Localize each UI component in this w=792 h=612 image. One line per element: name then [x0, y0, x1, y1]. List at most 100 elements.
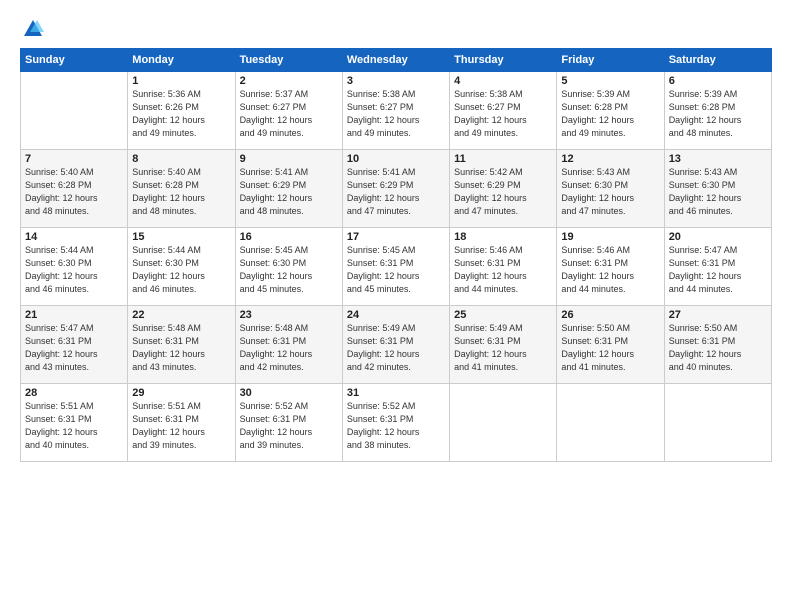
- day-info: Sunrise: 5:52 AM Sunset: 6:31 PM Dayligh…: [347, 400, 445, 452]
- day-number: 12: [561, 153, 659, 165]
- column-header-monday: Monday: [128, 49, 235, 72]
- day-info: Sunrise: 5:37 AM Sunset: 6:27 PM Dayligh…: [240, 88, 338, 140]
- day-number: 29: [132, 387, 230, 399]
- day-info: Sunrise: 5:47 AM Sunset: 6:31 PM Dayligh…: [669, 244, 767, 296]
- day-number: 6: [669, 75, 767, 87]
- day-info: Sunrise: 5:44 AM Sunset: 6:30 PM Dayligh…: [132, 244, 230, 296]
- calendar-cell: 3Sunrise: 5:38 AM Sunset: 6:27 PM Daylig…: [342, 72, 449, 150]
- day-info: Sunrise: 5:49 AM Sunset: 6:31 PM Dayligh…: [347, 322, 445, 374]
- calendar-week-5: 28Sunrise: 5:51 AM Sunset: 6:31 PM Dayli…: [21, 384, 772, 462]
- day-info: Sunrise: 5:43 AM Sunset: 6:30 PM Dayligh…: [561, 166, 659, 218]
- calendar-cell: 15Sunrise: 5:44 AM Sunset: 6:30 PM Dayli…: [128, 228, 235, 306]
- day-number: 9: [240, 153, 338, 165]
- day-number: 7: [25, 153, 123, 165]
- calendar-cell: [557, 384, 664, 462]
- day-number: 26: [561, 309, 659, 321]
- day-info: Sunrise: 5:39 AM Sunset: 6:28 PM Dayligh…: [669, 88, 767, 140]
- day-info: Sunrise: 5:48 AM Sunset: 6:31 PM Dayligh…: [240, 322, 338, 374]
- day-number: 24: [347, 309, 445, 321]
- calendar-cell: 12Sunrise: 5:43 AM Sunset: 6:30 PM Dayli…: [557, 150, 664, 228]
- day-number: 16: [240, 231, 338, 243]
- calendar-cell: [664, 384, 771, 462]
- header: [20, 18, 772, 40]
- calendar-cell: 21Sunrise: 5:47 AM Sunset: 6:31 PM Dayli…: [21, 306, 128, 384]
- day-number: 15: [132, 231, 230, 243]
- day-number: 1: [132, 75, 230, 87]
- calendar-cell: 17Sunrise: 5:45 AM Sunset: 6:31 PM Dayli…: [342, 228, 449, 306]
- day-info: Sunrise: 5:38 AM Sunset: 6:27 PM Dayligh…: [454, 88, 552, 140]
- day-number: 22: [132, 309, 230, 321]
- logo: [20, 18, 44, 40]
- day-number: 31: [347, 387, 445, 399]
- column-header-thursday: Thursday: [450, 49, 557, 72]
- calendar-cell: 14Sunrise: 5:44 AM Sunset: 6:30 PM Dayli…: [21, 228, 128, 306]
- calendar-cell: 26Sunrise: 5:50 AM Sunset: 6:31 PM Dayli…: [557, 306, 664, 384]
- calendar-cell: 28Sunrise: 5:51 AM Sunset: 6:31 PM Dayli…: [21, 384, 128, 462]
- day-number: 14: [25, 231, 123, 243]
- column-header-friday: Friday: [557, 49, 664, 72]
- calendar-week-3: 14Sunrise: 5:44 AM Sunset: 6:30 PM Dayli…: [21, 228, 772, 306]
- column-header-sunday: Sunday: [21, 49, 128, 72]
- day-number: 5: [561, 75, 659, 87]
- day-number: 13: [669, 153, 767, 165]
- calendar-cell: [21, 72, 128, 150]
- day-number: 27: [669, 309, 767, 321]
- day-info: Sunrise: 5:40 AM Sunset: 6:28 PM Dayligh…: [132, 166, 230, 218]
- day-number: 17: [347, 231, 445, 243]
- calendar-week-1: 1Sunrise: 5:36 AM Sunset: 6:26 PM Daylig…: [21, 72, 772, 150]
- day-number: 11: [454, 153, 552, 165]
- day-info: Sunrise: 5:45 AM Sunset: 6:31 PM Dayligh…: [347, 244, 445, 296]
- day-info: Sunrise: 5:48 AM Sunset: 6:31 PM Dayligh…: [132, 322, 230, 374]
- calendar-header-row: SundayMondayTuesdayWednesdayThursdayFrid…: [21, 49, 772, 72]
- day-number: 21: [25, 309, 123, 321]
- day-number: 8: [132, 153, 230, 165]
- calendar-cell: 8Sunrise: 5:40 AM Sunset: 6:28 PM Daylig…: [128, 150, 235, 228]
- day-number: 2: [240, 75, 338, 87]
- day-number: 19: [561, 231, 659, 243]
- day-info: Sunrise: 5:36 AM Sunset: 6:26 PM Dayligh…: [132, 88, 230, 140]
- calendar-cell: 27Sunrise: 5:50 AM Sunset: 6:31 PM Dayli…: [664, 306, 771, 384]
- day-info: Sunrise: 5:49 AM Sunset: 6:31 PM Dayligh…: [454, 322, 552, 374]
- day-info: Sunrise: 5:42 AM Sunset: 6:29 PM Dayligh…: [454, 166, 552, 218]
- day-number: 28: [25, 387, 123, 399]
- calendar-week-2: 7Sunrise: 5:40 AM Sunset: 6:28 PM Daylig…: [21, 150, 772, 228]
- day-info: Sunrise: 5:40 AM Sunset: 6:28 PM Dayligh…: [25, 166, 123, 218]
- day-number: 10: [347, 153, 445, 165]
- calendar-week-4: 21Sunrise: 5:47 AM Sunset: 6:31 PM Dayli…: [21, 306, 772, 384]
- column-header-tuesday: Tuesday: [235, 49, 342, 72]
- calendar-cell: 16Sunrise: 5:45 AM Sunset: 6:30 PM Dayli…: [235, 228, 342, 306]
- calendar-cell: 2Sunrise: 5:37 AM Sunset: 6:27 PM Daylig…: [235, 72, 342, 150]
- day-number: 3: [347, 75, 445, 87]
- day-info: Sunrise: 5:52 AM Sunset: 6:31 PM Dayligh…: [240, 400, 338, 452]
- calendar-cell: 5Sunrise: 5:39 AM Sunset: 6:28 PM Daylig…: [557, 72, 664, 150]
- day-info: Sunrise: 5:45 AM Sunset: 6:30 PM Dayligh…: [240, 244, 338, 296]
- column-header-saturday: Saturday: [664, 49, 771, 72]
- day-info: Sunrise: 5:44 AM Sunset: 6:30 PM Dayligh…: [25, 244, 123, 296]
- column-header-wednesday: Wednesday: [342, 49, 449, 72]
- calendar-cell: 22Sunrise: 5:48 AM Sunset: 6:31 PM Dayli…: [128, 306, 235, 384]
- day-info: Sunrise: 5:38 AM Sunset: 6:27 PM Dayligh…: [347, 88, 445, 140]
- calendar-cell: 30Sunrise: 5:52 AM Sunset: 6:31 PM Dayli…: [235, 384, 342, 462]
- calendar-cell: 19Sunrise: 5:46 AM Sunset: 6:31 PM Dayli…: [557, 228, 664, 306]
- page: SundayMondayTuesdayWednesdayThursdayFrid…: [0, 0, 792, 612]
- calendar-cell: 4Sunrise: 5:38 AM Sunset: 6:27 PM Daylig…: [450, 72, 557, 150]
- day-number: 4: [454, 75, 552, 87]
- day-info: Sunrise: 5:50 AM Sunset: 6:31 PM Dayligh…: [669, 322, 767, 374]
- calendar-cell: 13Sunrise: 5:43 AM Sunset: 6:30 PM Dayli…: [664, 150, 771, 228]
- calendar-cell: 11Sunrise: 5:42 AM Sunset: 6:29 PM Dayli…: [450, 150, 557, 228]
- day-number: 30: [240, 387, 338, 399]
- calendar-cell: 25Sunrise: 5:49 AM Sunset: 6:31 PM Dayli…: [450, 306, 557, 384]
- day-info: Sunrise: 5:43 AM Sunset: 6:30 PM Dayligh…: [669, 166, 767, 218]
- day-number: 23: [240, 309, 338, 321]
- calendar-cell: 23Sunrise: 5:48 AM Sunset: 6:31 PM Dayli…: [235, 306, 342, 384]
- logo-icon: [22, 18, 44, 40]
- day-number: 18: [454, 231, 552, 243]
- day-info: Sunrise: 5:50 AM Sunset: 6:31 PM Dayligh…: [561, 322, 659, 374]
- calendar-cell: 6Sunrise: 5:39 AM Sunset: 6:28 PM Daylig…: [664, 72, 771, 150]
- calendar-cell: [450, 384, 557, 462]
- day-info: Sunrise: 5:46 AM Sunset: 6:31 PM Dayligh…: [454, 244, 552, 296]
- day-info: Sunrise: 5:51 AM Sunset: 6:31 PM Dayligh…: [25, 400, 123, 452]
- day-number: 20: [669, 231, 767, 243]
- calendar-table: SundayMondayTuesdayWednesdayThursdayFrid…: [20, 48, 772, 462]
- calendar-cell: 7Sunrise: 5:40 AM Sunset: 6:28 PM Daylig…: [21, 150, 128, 228]
